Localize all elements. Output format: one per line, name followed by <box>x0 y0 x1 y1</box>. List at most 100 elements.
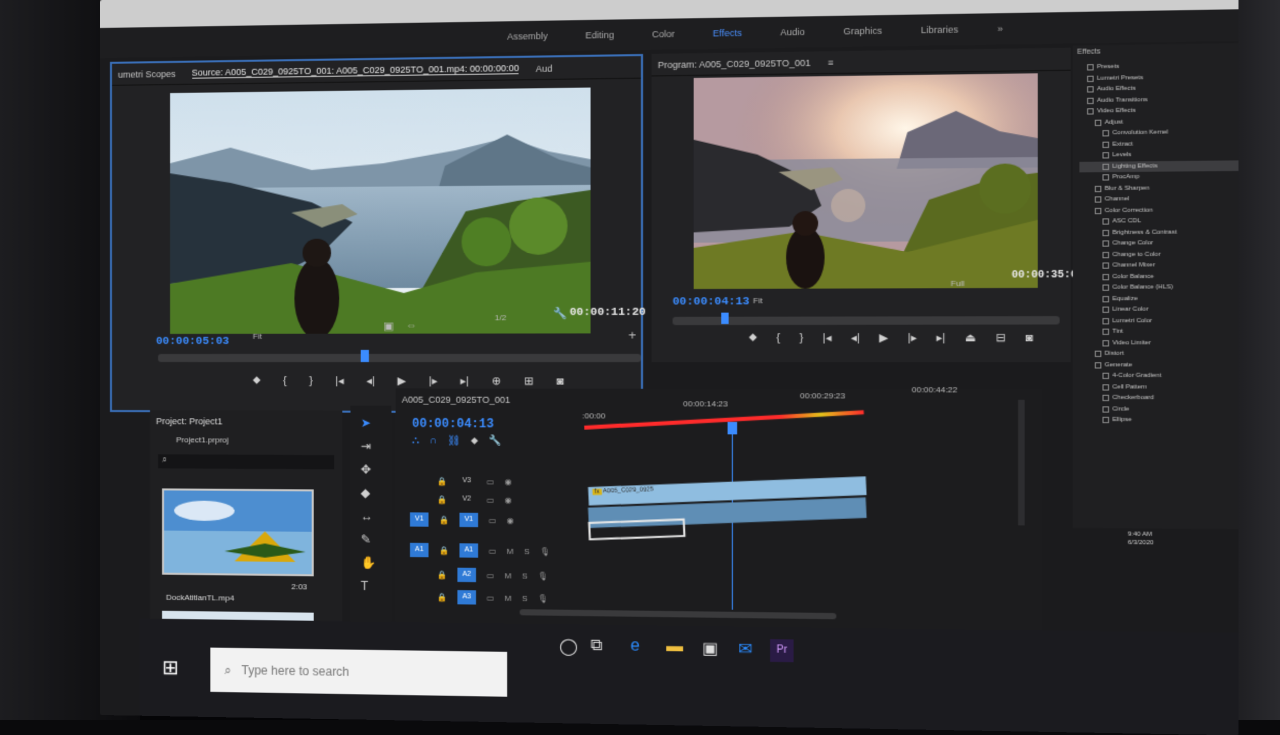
tab-audio[interactable]: Audio <box>780 27 805 38</box>
add-marker-icon[interactable]: ⬥ <box>749 331 757 344</box>
extract-icon[interactable]: ⊟ <box>996 331 1006 345</box>
solo-toggle[interactable]: S <box>522 571 528 580</box>
program-panel-menu-icon[interactable]: ≡ <box>828 57 834 67</box>
taskbar-search-input[interactable]: ⌕ Type here to search <box>210 648 507 697</box>
effects-tree-item[interactable]: Color Balance (HLS) <box>1079 282 1238 294</box>
tab-source[interactable]: Source: A005_C029_0925TO_001: A005_C029_… <box>192 63 519 79</box>
go-to-in-icon[interactable]: |◂ <box>335 374 344 387</box>
source-playhead[interactable] <box>361 350 369 362</box>
effects-tree-item[interactable]: Color Balance <box>1079 271 1238 283</box>
lock-icon[interactable]: 🔒 <box>439 546 449 555</box>
track-label[interactable]: V1 <box>459 513 478 527</box>
timeline-zoom-scrollbar[interactable] <box>520 609 837 619</box>
slip-tool-icon[interactable]: ↔ <box>361 509 381 523</box>
pen-tool-icon[interactable]: ✎ <box>361 532 381 546</box>
track-select-tool-icon[interactable]: ⇥ <box>361 439 381 453</box>
sync-lock-icon[interactable]: ▭ <box>486 477 494 486</box>
overwrite-icon[interactable]: ⊞ <box>524 374 534 387</box>
source-patch-a1[interactable]: A1 <box>410 543 429 557</box>
mark-out-icon[interactable]: } <box>309 375 313 387</box>
tab-effects[interactable]: Effects <box>713 28 742 39</box>
insert-icon[interactable]: ⊕ <box>492 374 502 387</box>
mute-toggle[interactable]: M <box>507 546 514 555</box>
mail-icon[interactable]: ✉ <box>738 639 752 660</box>
mute-toggle[interactable]: M <box>505 571 512 580</box>
program-timecode[interactable]: 00:00:04:13 <box>673 296 750 309</box>
lock-icon[interactable]: 🔒 <box>437 476 447 485</box>
settings-wrench-icon[interactable]: 🔧 <box>553 307 567 320</box>
effects-tree-item[interactable]: Change Color <box>1079 238 1238 250</box>
cortana-icon[interactable]: ◯ <box>559 636 578 657</box>
effects-tree-item[interactable]: Distort <box>1079 349 1238 360</box>
snap-icon[interactable]: ∩ <box>430 435 437 446</box>
sync-lock-icon[interactable]: ▭ <box>488 516 496 525</box>
task-view-icon[interactable]: ⧉ <box>591 637 603 656</box>
drag-video-only-icon[interactable]: ▣ <box>383 319 394 332</box>
export-frame-icon[interactable]: ◙ <box>1025 331 1032 344</box>
program-resolution-select[interactable]: Full <box>951 279 965 288</box>
solo-toggle[interactable]: S <box>524 546 530 555</box>
mark-out-icon[interactable]: } <box>799 332 803 344</box>
play-icon[interactable]: ▶ <box>879 331 888 345</box>
step-forward-icon[interactable]: |▸ <box>429 374 438 387</box>
add-marker-icon[interactable]: ⬥ <box>253 374 261 387</box>
tab-assembly[interactable]: Assembly <box>507 31 548 42</box>
more-workspaces-icon[interactable]: » <box>997 24 1002 35</box>
play-icon[interactable]: ▶ <box>397 374 406 387</box>
program-zoom-select[interactable]: Fit <box>753 296 762 305</box>
tab-editing[interactable]: Editing <box>585 30 614 41</box>
step-forward-icon[interactable]: |▸ <box>908 331 917 345</box>
track-label[interactable]: A2 <box>457 568 476 582</box>
sync-lock-icon[interactable]: ▭ <box>486 571 494 580</box>
tab-lumetri-scopes[interactable]: umetri Scopes <box>118 68 176 79</box>
tab-audio-clip-mixer[interactable]: Aud <box>536 63 553 73</box>
mark-in-icon[interactable]: { <box>283 375 287 387</box>
lock-icon[interactable]: 🔒 <box>439 515 449 524</box>
go-to-in-icon[interactable]: |◂ <box>823 331 832 344</box>
linked-selection-icon[interactable]: ⛓ <box>447 435 460 446</box>
lock-icon[interactable]: 🔒 <box>437 592 447 601</box>
microphone-icon[interactable]: 🎙 <box>540 547 551 556</box>
eye-icon[interactable]: ◉ <box>505 477 512 486</box>
effects-tree-item[interactable]: Linear Color <box>1079 304 1238 315</box>
effects-tree-item[interactable]: Tint <box>1079 326 1238 337</box>
effects-tree-item[interactable]: Circle <box>1079 404 1238 415</box>
microphone-icon[interactable]: 🎙 <box>538 594 549 603</box>
sequence-tab[interactable]: A005_C029_0925TO_001 <box>402 395 510 405</box>
solo-toggle[interactable]: S <box>522 593 528 602</box>
go-to-out-icon[interactable]: ▸| <box>460 374 469 387</box>
windows-start-icon[interactable]: ⊞ <box>162 655 179 680</box>
premiere-pro-icon[interactable]: Pr <box>770 639 793 662</box>
track-label[interactable]: V3 <box>457 474 476 488</box>
effects-tree-item[interactable]: Change to Color <box>1079 249 1238 261</box>
tab-libraries[interactable]: Libraries <box>921 24 958 35</box>
effects-tree-item[interactable]: Generate <box>1079 360 1238 371</box>
add-button-icon[interactable]: + <box>628 327 636 342</box>
timeline-settings-icon[interactable]: 🔧 <box>488 435 501 446</box>
track-label[interactable]: V2 <box>457 492 476 506</box>
program-playhead[interactable] <box>721 313 728 324</box>
razor-tool-icon[interactable]: ◆ <box>361 486 381 500</box>
source-resolution-select[interactable]: 1/2 <box>495 313 507 322</box>
sync-lock-icon[interactable]: ▭ <box>486 593 494 602</box>
system-clock[interactable]: 9:40 AM 6/3/2020 <box>1128 530 1154 547</box>
source-zoom-select[interactable]: Fit <box>253 332 262 341</box>
source-timecode[interactable]: 00:00:05:03 <box>156 336 229 348</box>
effects-tree-item[interactable]: Channel Mixer <box>1079 260 1238 272</box>
lift-icon[interactable]: ⏏ <box>965 331 976 345</box>
drag-audio-only-icon[interactable]: ⇔ <box>406 319 417 331</box>
step-back-icon[interactable]: ◂| <box>366 374 375 387</box>
selected-clip-outline[interactable] <box>588 518 686 540</box>
nest-icon[interactable]: ⛬ <box>412 435 419 446</box>
microphone-icon[interactable]: 🎙 <box>538 571 549 580</box>
track-label[interactable]: A1 <box>459 543 478 557</box>
effects-tree-item[interactable]: Checkerboard <box>1079 393 1238 404</box>
project-panel-title[interactable]: Project: Project1 <box>150 410 342 431</box>
effects-tree-item[interactable]: Brightness & Contrast <box>1079 226 1238 238</box>
effects-tree-item[interactable]: Equalize <box>1079 293 1238 304</box>
add-marker-icon[interactable]: ⬥ <box>471 435 478 446</box>
program-scrub-bar[interactable] <box>673 316 1060 325</box>
track-label[interactable]: A3 <box>457 590 476 604</box>
step-back-icon[interactable]: ◂| <box>851 331 860 344</box>
edge-browser-icon[interactable]: e <box>630 637 639 656</box>
